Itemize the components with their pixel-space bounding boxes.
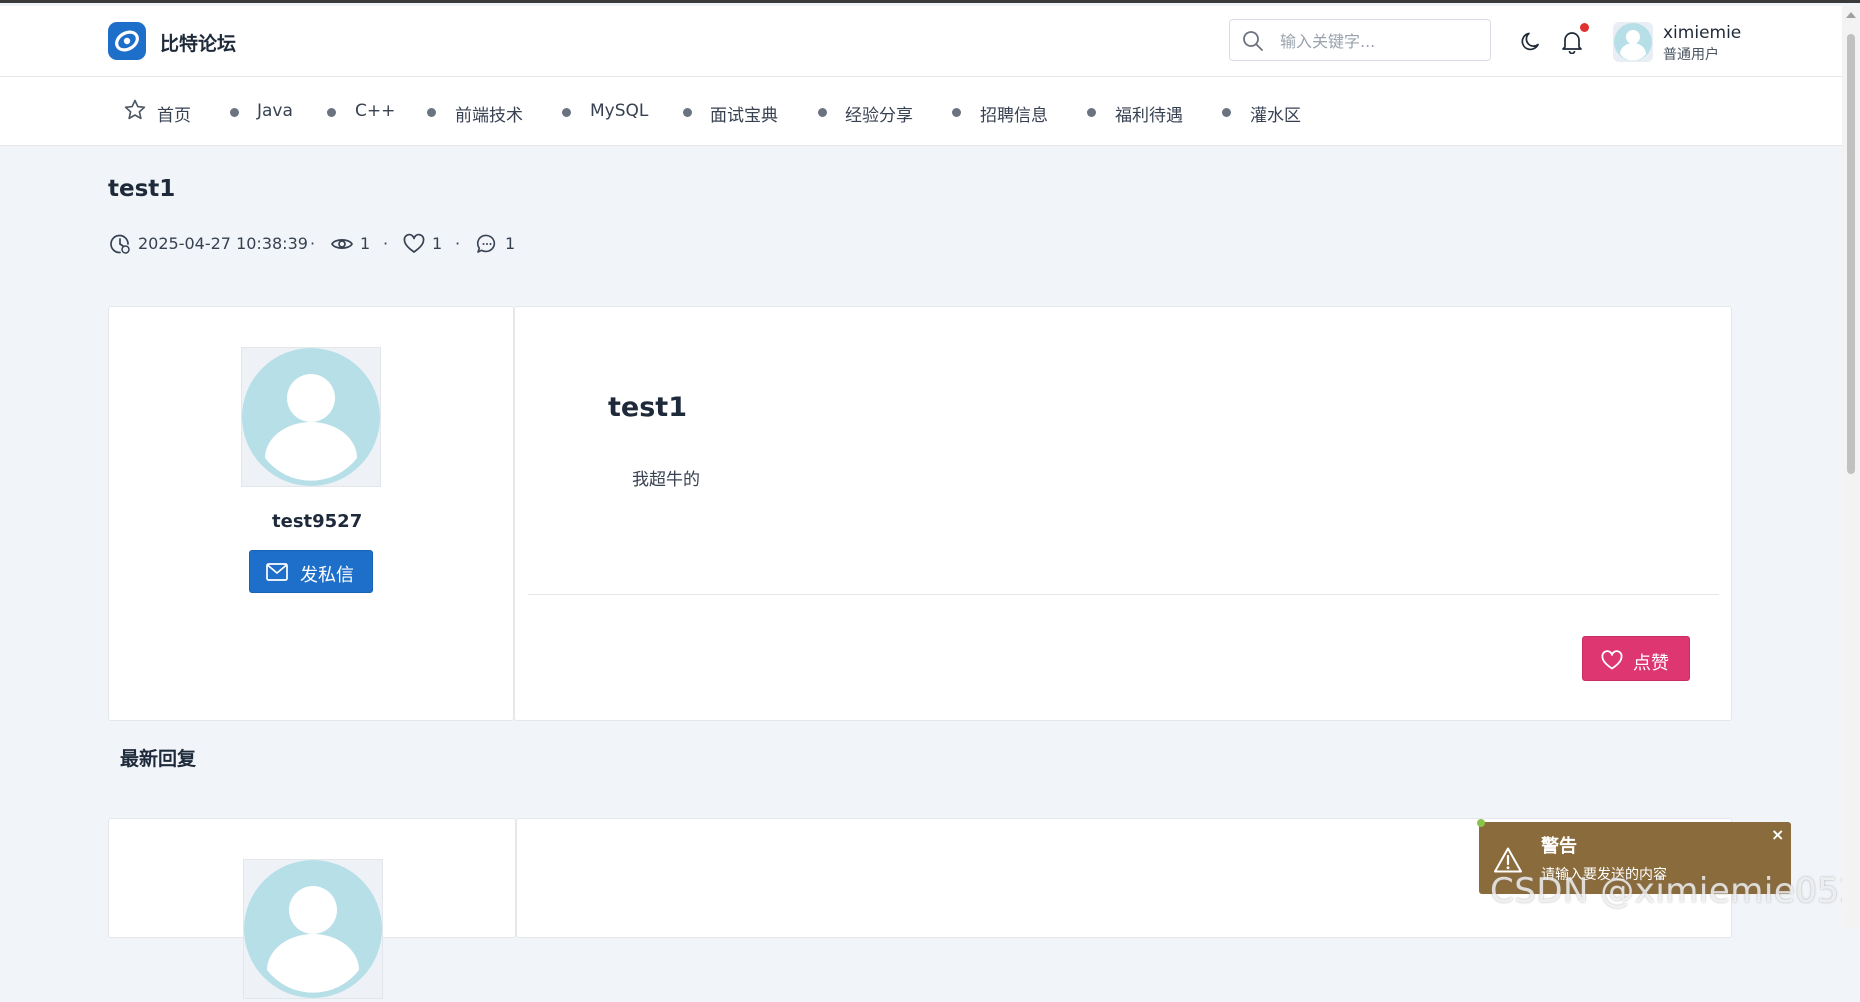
content-divider [528, 594, 1719, 595]
author-avatar[interactable] [241, 347, 381, 487]
nav-item-experience[interactable]: 经验分享 [845, 101, 913, 126]
mail-icon [266, 563, 288, 581]
author-name[interactable]: test9527 [272, 511, 362, 532]
scroll-thumb[interactable] [1847, 34, 1855, 474]
user-role: 普通用户 [1663, 47, 1719, 63]
notification-dot [1580, 23, 1589, 32]
bullet-icon [1222, 108, 1231, 117]
post-content-title: test1 [608, 392, 687, 423]
comment-icon [476, 234, 496, 253]
post-content-body: 我超牛的 [632, 470, 700, 490]
send-message-label: 发私信 [300, 565, 354, 586]
meta-separator: · [455, 234, 461, 253]
user-avatar-icon [242, 348, 380, 486]
meta-separator: · [383, 234, 389, 253]
nav-item-frontend[interactable]: 前端技术 [455, 101, 523, 126]
search-icon [1243, 31, 1263, 51]
user-name[interactable]: ximiemie [1663, 23, 1741, 43]
watermark: CSDN @ximiemie0525 [1490, 871, 1860, 911]
send-message-button[interactable]: 发私信 [249, 550, 373, 593]
heart-icon [1601, 650, 1623, 670]
bullet-icon [562, 108, 571, 117]
meta-separator: · [310, 234, 316, 253]
nav-item-interview[interactable]: 面试宝典 [710, 101, 778, 126]
nav-item-chat[interactable]: 灌水区 [1250, 101, 1301, 126]
bullet-icon [230, 108, 239, 117]
scroll-up-arrow-icon[interactable] [1846, 12, 1856, 18]
reply-author-avatar[interactable] [243, 859, 383, 999]
bell-icon[interactable] [1561, 30, 1583, 54]
top-bar: 比特论坛 ximiemie 普通用户 [0, 6, 1842, 77]
like-count: 1 [432, 234, 443, 253]
bullet-icon [683, 108, 692, 117]
nav-item-welfare[interactable]: 福利待遇 [1115, 101, 1183, 126]
brand-name[interactable]: 比特论坛 [160, 29, 236, 56]
bullet-icon [818, 108, 827, 117]
toast-close-button[interactable]: × [1771, 825, 1784, 844]
replies-section-title: 最新回复 [120, 748, 197, 770]
nav-item-home[interactable]: 首页 [157, 101, 191, 126]
search-box[interactable] [1229, 19, 1491, 61]
star-icon [124, 99, 146, 120]
user-avatar-icon [244, 860, 382, 998]
toast-title: 警告 [1541, 836, 1577, 857]
view-count: 1 [360, 234, 371, 253]
forum-logo-icon[interactable] [108, 22, 146, 60]
post-content-card [514, 306, 1732, 721]
like-label: 点赞 [1633, 653, 1669, 674]
bullet-icon [427, 108, 436, 117]
heart-icon [403, 233, 425, 253]
search-input[interactable] [1278, 28, 1482, 54]
bullet-icon [327, 108, 336, 117]
clock-icon [110, 234, 130, 254]
user-avatar[interactable] [1613, 22, 1653, 62]
page-title: test1 [108, 176, 176, 202]
like-button[interactable]: 点赞 [1582, 636, 1690, 681]
bullet-icon [1087, 108, 1096, 117]
toast-indicator [1477, 819, 1485, 827]
comment-count: 1 [505, 234, 516, 253]
moon-icon[interactable] [1519, 31, 1541, 53]
warning-icon [1494, 847, 1522, 873]
nav-item-mysql[interactable]: MySQL [590, 101, 648, 121]
post-timestamp: 2025-04-27 10:38:39 [138, 234, 308, 253]
eye-icon [331, 239, 353, 249]
nav-item-cpp[interactable]: C++ [355, 101, 395, 121]
nav-item-java[interactable]: Java [257, 101, 293, 121]
nav-item-jobs[interactable]: 招聘信息 [980, 101, 1048, 126]
category-nav: 首页 Java C++ 前端技术 MySQL 面试宝典 经验分享 招聘信息 福利… [0, 77, 1842, 146]
page-scrollbar[interactable] [1842, 6, 1860, 928]
bullet-icon [952, 108, 961, 117]
